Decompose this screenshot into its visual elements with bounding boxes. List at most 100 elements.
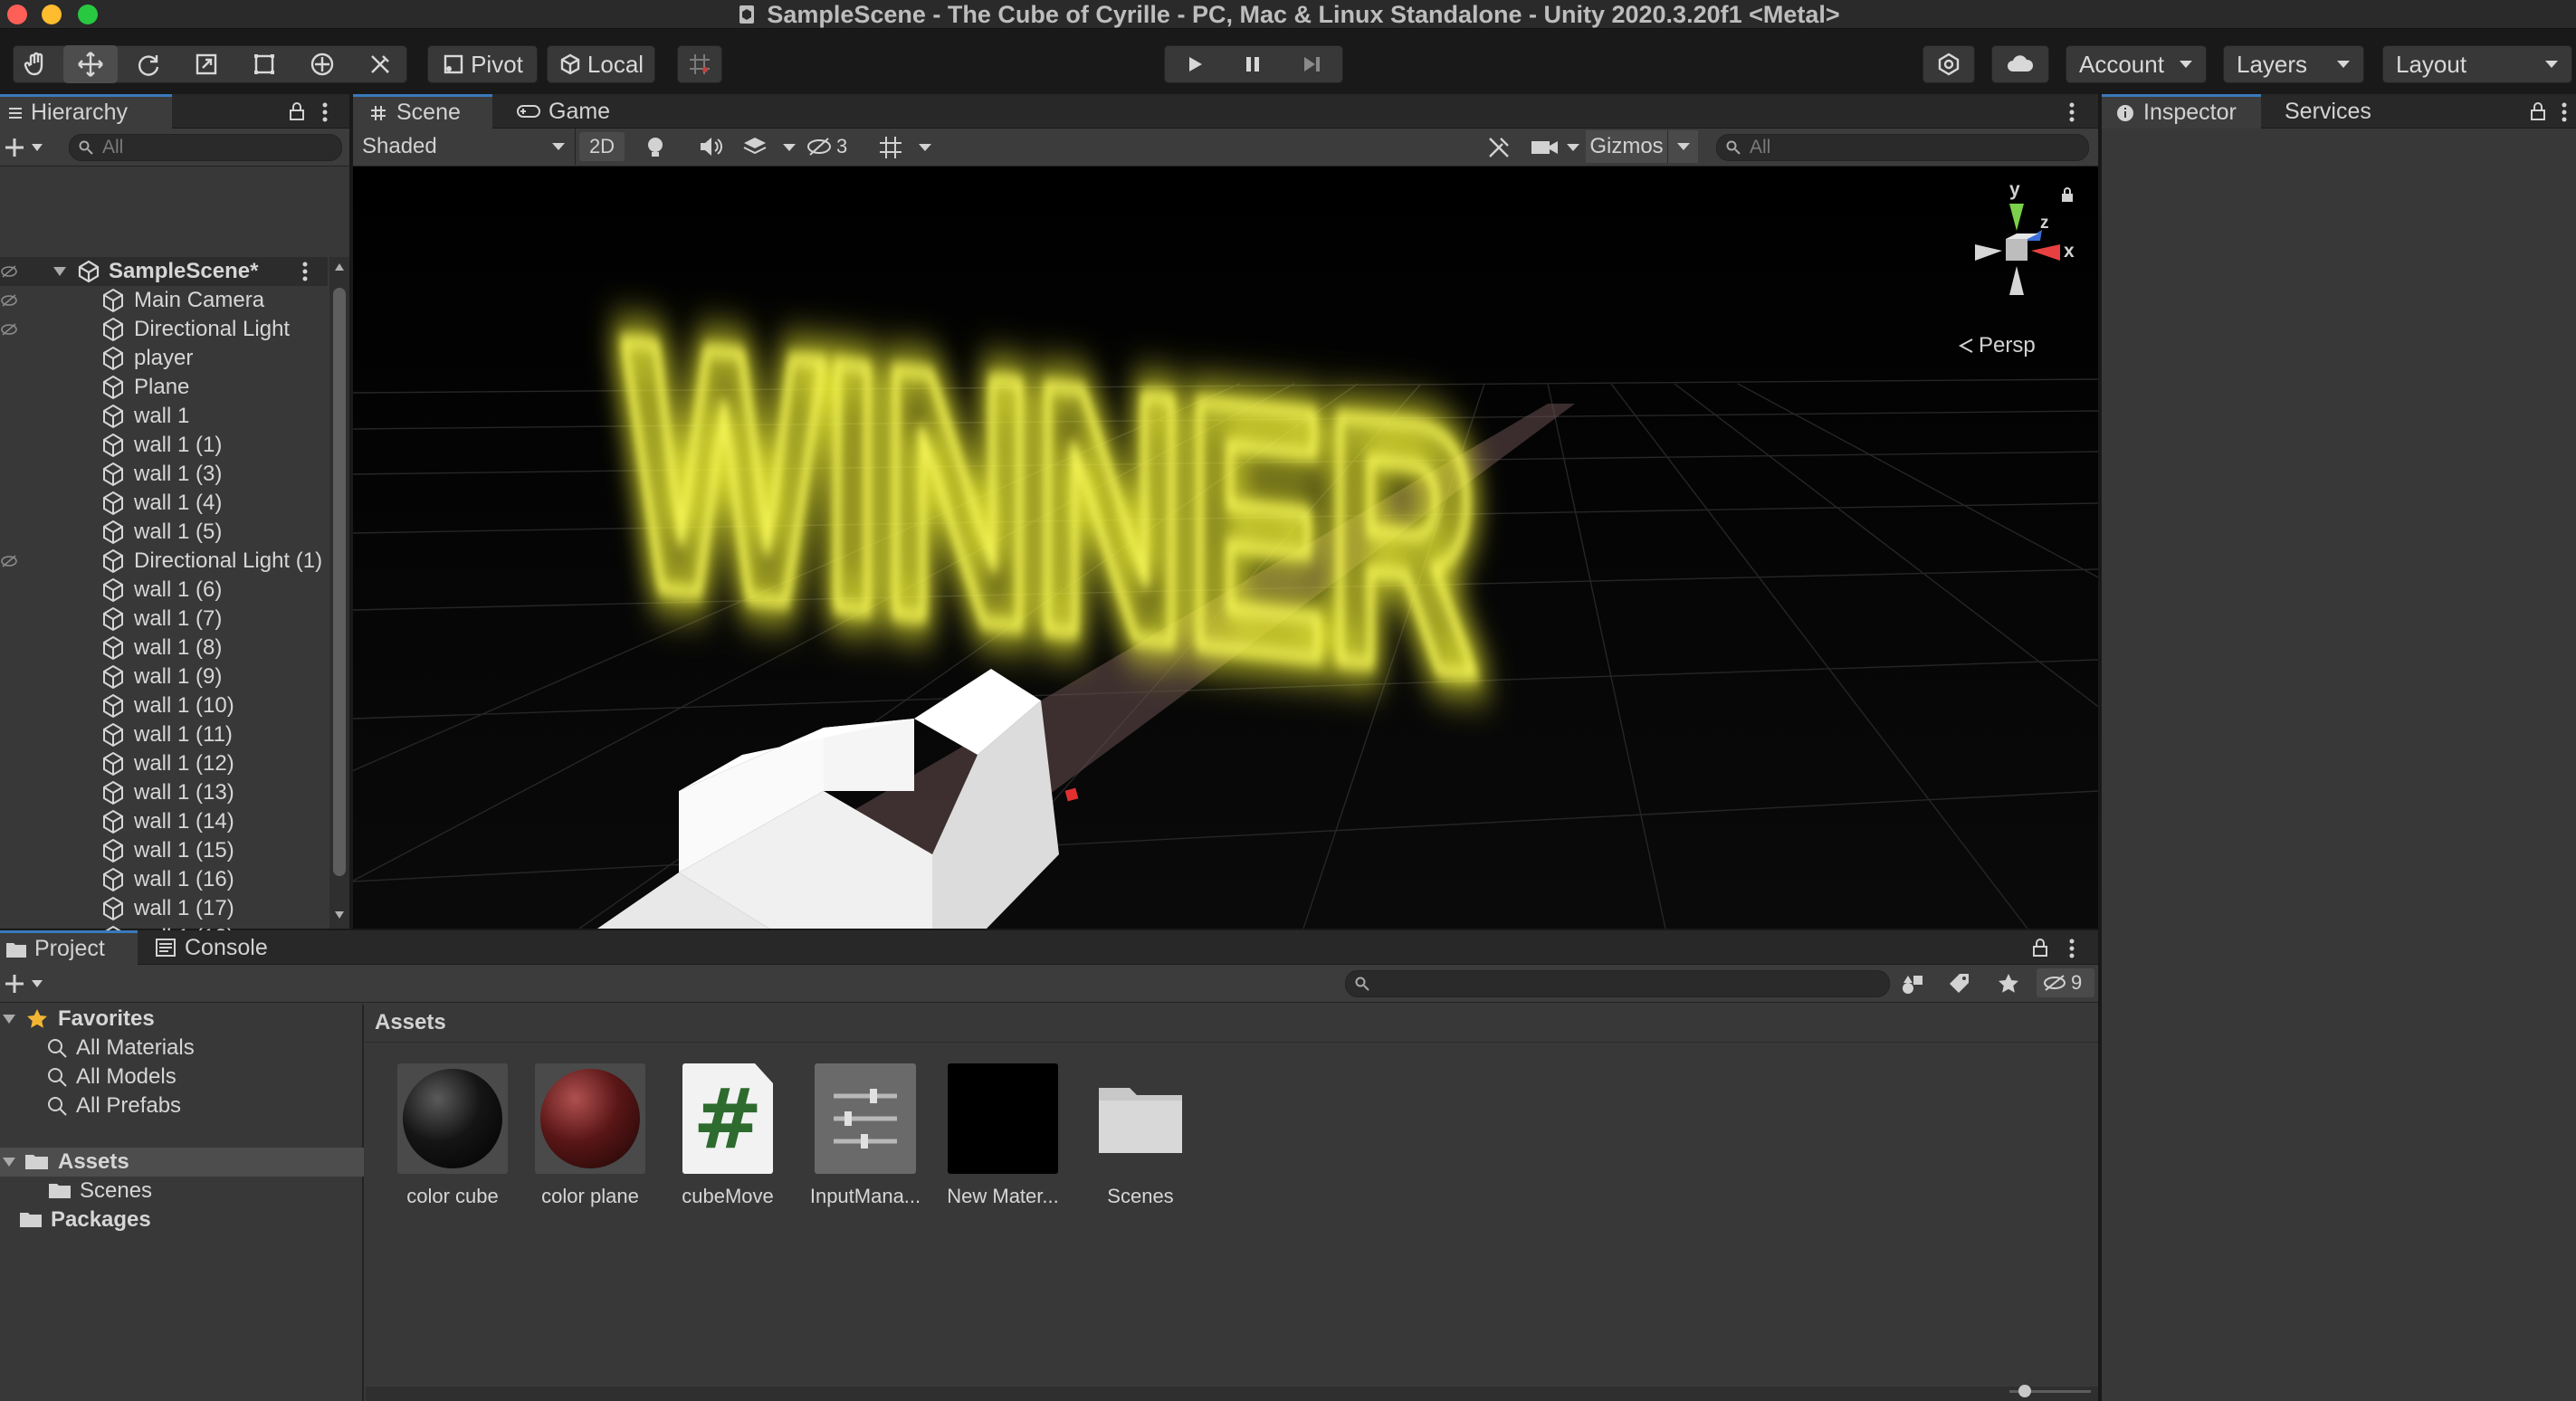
hierarchy-scroll-thumb[interactable]	[333, 288, 346, 876]
effects-layers-icon[interactable]	[742, 136, 768, 157]
scene-search-input[interactable]: All	[1716, 134, 2089, 161]
expand-arrow-icon[interactable]	[2, 1014, 16, 1025]
tree-assets-folder[interactable]: Assets	[0, 1148, 364, 1177]
hierarchy-item[interactable]: wall 1 (11)	[0, 720, 328, 749]
lock-icon[interactable]	[2031, 938, 2049, 958]
move-tool-button[interactable]	[63, 45, 118, 83]
scroll-up-icon[interactable]	[334, 262, 345, 272]
tab-scene[interactable]: Scene	[353, 94, 492, 129]
kebab-menu-icon[interactable]	[2067, 938, 2076, 959]
tab-game[interactable]: Game	[505, 94, 623, 129]
asset-item[interactable]: color cube	[389, 1063, 516, 1208]
gizmos-toggle[interactable]: Gizmos	[1586, 130, 1667, 163]
eye-hidden-icon[interactable]	[0, 291, 18, 310]
tools-icon[interactable]	[1486, 135, 1512, 160]
lock-icon[interactable]	[2060, 186, 2075, 203]
hierarchy-item[interactable]: Directional Light	[0, 315, 328, 344]
hand-tool-button[interactable]	[13, 45, 60, 83]
favorite-all-prefabs[interactable]: All Prefabs	[47, 1091, 181, 1120]
camera-settings-dropdown[interactable]	[1530, 134, 1580, 161]
account-dropdown[interactable]: Account	[2066, 45, 2207, 83]
asset-item[interactable]: Scenes	[1077, 1063, 1204, 1208]
layers-dropdown[interactable]: Layers	[2223, 45, 2364, 83]
hierarchy-item[interactable]: wall 1	[0, 402, 328, 431]
hierarchy-scrollbar[interactable]	[329, 257, 349, 929]
expand-arrow-icon[interactable]	[2, 1157, 16, 1168]
hierarchy-item[interactable]: wall 1 (16)	[0, 865, 328, 894]
label-tag-icon[interactable]	[1948, 972, 1971, 996]
chevron-down-icon[interactable]	[918, 143, 932, 152]
hierarchy-item[interactable]: wall 1 (14)	[0, 807, 328, 836]
hierarchy-item[interactable]: Directional Light (1)	[0, 547, 328, 576]
collab-button[interactable]	[1922, 45, 1975, 83]
hierarchy-item[interactable]: Main Camera	[0, 286, 328, 315]
hierarchy-item[interactable]: wall 1 (13)	[0, 778, 328, 807]
kebab-menu-icon[interactable]	[2067, 101, 2076, 123]
scene-viewport[interactable]: WINNER WINNER y x z Persp	[353, 167, 2098, 929]
hierarchy-item[interactable]: wall 1 (10)	[0, 691, 328, 720]
icon-size-slider-thumb[interactable]	[2018, 1385, 2031, 1397]
hierarchy-item[interactable]: wall 1 (6)	[0, 576, 328, 605]
eye-hidden-icon[interactable]	[0, 262, 18, 281]
asset-item[interactable]: color plane	[527, 1063, 654, 1208]
create-asset-dropdown[interactable]	[4, 970, 43, 997]
hierarchy-item[interactable]: wall 1 (12)	[0, 749, 328, 778]
hierarchy-item[interactable]: wall 1 (5)	[0, 518, 328, 547]
transform-tool-button[interactable]	[297, 45, 348, 83]
audio-speaker-icon[interactable]	[699, 136, 722, 157]
tab-console[interactable]: Console	[145, 930, 290, 965]
asset-item[interactable]: InputMana...	[802, 1063, 929, 1208]
favorite-all-materials[interactable]: All Materials	[47, 1034, 195, 1063]
hierarchy-search-input[interactable]: All	[69, 134, 342, 161]
hidden-objects-toggle[interactable]: 3	[806, 132, 847, 161]
favorites-row[interactable]: Favorites	[0, 1005, 155, 1034]
hierarchy-item[interactable]: wall 1 (4)	[0, 489, 328, 518]
gizmos-dropdown[interactable]	[1667, 130, 1698, 163]
chevron-down-icon[interactable]	[782, 143, 797, 152]
play-button[interactable]	[1168, 45, 1222, 83]
rotate-tool-button[interactable]	[123, 45, 174, 83]
eye-hidden-icon[interactable]	[0, 552, 18, 570]
hierarchy-item[interactable]: Plane	[0, 373, 328, 402]
hierarchy-item[interactable]: wall 1 (17)	[0, 894, 328, 923]
tab-project[interactable]: Project	[0, 930, 138, 965]
orientation-gizmo[interactable]: y x z	[1953, 179, 2080, 335]
cloud-button[interactable]	[1991, 45, 2049, 83]
scene-root-row[interactable]: SampleScene*	[0, 257, 328, 286]
search-by-type-icon[interactable]	[1901, 972, 1926, 996]
kebab-menu-icon[interactable]	[301, 261, 310, 282]
scroll-down-icon[interactable]	[334, 910, 345, 920]
asset-item[interactable]: New Mater...	[940, 1063, 1066, 1208]
lock-icon[interactable]	[288, 101, 306, 121]
lighting-bulb-icon[interactable]	[644, 136, 666, 159]
hierarchy-item[interactable]: wall 1 (8)	[0, 634, 328, 662]
layout-dropdown[interactable]: Layout	[2382, 45, 2572, 83]
hidden-packages-toggle[interactable]: 9	[2037, 968, 2094, 997]
hierarchy-item[interactable]: wall 1 (15)	[0, 836, 328, 865]
tab-services[interactable]: Services	[2274, 94, 2391, 129]
eye-hidden-icon[interactable]	[0, 320, 18, 338]
step-button[interactable]	[1283, 45, 1340, 83]
asset-item[interactable]: # cubeMove	[664, 1063, 791, 1208]
kebab-menu-icon[interactable]	[2560, 101, 2569, 123]
project-search-input[interactable]	[1345, 970, 1890, 997]
star-icon[interactable]	[1997, 972, 2020, 996]
lock-icon[interactable]	[2529, 101, 2547, 121]
custom-tool-button[interactable]	[355, 45, 405, 83]
hierarchy-item[interactable]: wall 1 (1)	[0, 431, 328, 460]
grid-icon[interactable]	[878, 135, 903, 160]
local-toggle[interactable]: Local	[547, 45, 655, 83]
favorite-all-models[interactable]: All Models	[47, 1063, 177, 1091]
hierarchy-item[interactable]: wall 1 (7)	[0, 605, 328, 634]
rect-tool-button[interactable]	[239, 45, 290, 83]
tree-packages-folder[interactable]: Packages	[18, 1206, 151, 1234]
kebab-menu-icon[interactable]	[320, 101, 329, 123]
create-dropdown[interactable]	[4, 134, 43, 161]
scale-tool-button[interactable]	[181, 45, 232, 83]
hierarchy-item[interactable]: wall 1 (3)	[0, 460, 328, 489]
grid-snap-button[interactable]	[677, 45, 722, 83]
tree-scenes-folder[interactable]: Scenes	[47, 1177, 152, 1206]
hierarchy-item[interactable]: wall 1 (9)	[0, 662, 328, 691]
projection-toggle[interactable]: Persp	[1959, 333, 2036, 358]
expand-arrow-icon[interactable]	[52, 266, 67, 277]
